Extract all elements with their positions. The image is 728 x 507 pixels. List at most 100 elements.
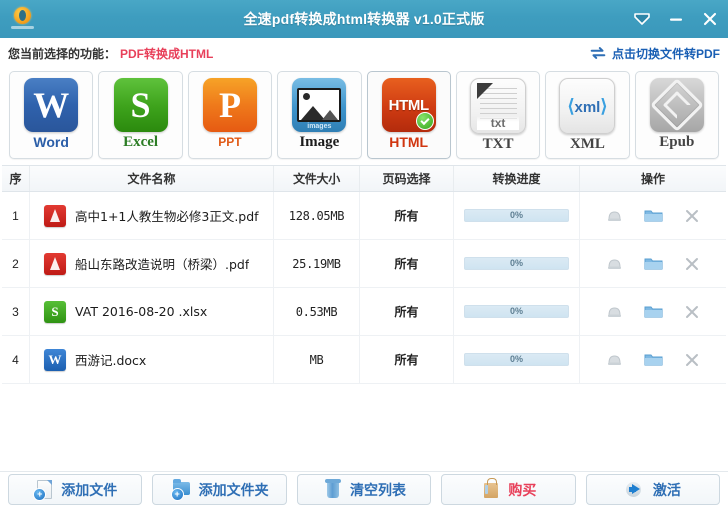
add-folder-icon: + (170, 478, 193, 501)
trash-icon (322, 478, 344, 501)
pdf-file-icon (44, 204, 66, 227)
row-progress-cell: 0% (453, 287, 580, 336)
application-window: 全速pdf转换成html转换器 v1.0正式版 您当前选择的功能： PDF转换成… (0, 0, 728, 507)
format-button-xml[interactable]: ⟨xml⟩ XML (545, 71, 630, 159)
row-filesize: 0.53MB (273, 287, 360, 336)
epub-glyph (649, 78, 704, 132)
ppt-icon: P (202, 78, 257, 132)
row-actions-cell (579, 287, 726, 336)
app-logo-icon (6, 2, 40, 36)
row-filename-cell: 船山东路改造说明（桥梁）.pdf (29, 239, 274, 288)
txt-sublabel: txt (477, 116, 520, 130)
table-row[interactable]: 3 S VAT 2016-08-20 .xlsx 0.53MB 所有 0% (2, 287, 726, 336)
row-filesize: 25.19MB (273, 239, 360, 288)
file-list-table: 序 文件名称 文件大小 页码选择 转换进度 操作 1 高中1+1人教生物必修3正… (2, 166, 726, 384)
progress-bar: 0% (464, 209, 569, 222)
format-label-ppt: PPT (218, 135, 242, 149)
close-button[interactable] (700, 9, 720, 29)
epub-icon (649, 78, 704, 132)
table-body: 1 高中1+1人教生物必修3正文.pdf 128.05MB 所有 0% 2 船山… (2, 191, 726, 384)
table-row[interactable]: 1 高中1+1人教生物必修3正文.pdf 128.05MB 所有 0% (2, 191, 726, 240)
word-icon: W (24, 78, 79, 132)
current-function-label: 您当前选择的功能： (8, 46, 117, 61)
row-index: 4 (2, 335, 30, 384)
row-progress-cell: 0% (453, 191, 580, 240)
column-header-pages: 页码选择 (359, 166, 454, 192)
preview-icon[interactable] (604, 206, 624, 226)
clear-list-label: 清空列表 (350, 483, 407, 499)
remove-icon[interactable] (682, 350, 702, 370)
row-actions-cell (579, 239, 726, 288)
row-pages[interactable]: 所有 (359, 335, 454, 384)
output-format-bar: W Word S Excel P PPT images Image HTML H… (0, 68, 728, 165)
row-filename: VAT 2016-08-20 .xlsx (75, 304, 208, 319)
row-progress-cell: 0% (453, 239, 580, 288)
image-sublabel: images (307, 123, 332, 130)
table-row[interactable]: 2 船山东路改造说明（桥梁）.pdf 25.19MB 所有 0% (2, 239, 726, 288)
format-button-ppt[interactable]: P PPT (187, 71, 273, 159)
switch-mode-link[interactable]: 点击切换文件转PDF (589, 45, 720, 62)
row-pages[interactable]: 所有 (359, 287, 454, 336)
column-header-filename: 文件名称 (29, 166, 274, 192)
format-label-epub: Epub (659, 134, 695, 150)
open-folder-icon[interactable] (643, 302, 663, 322)
clear-list-button[interactable]: 清空列表 (296, 474, 432, 505)
open-folder-icon[interactable] (643, 350, 663, 370)
format-label-xml: XML (569, 136, 605, 152)
progress-bar: 0% (464, 305, 569, 318)
row-filename: 高中1+1人教生物必修3正文.pdf (75, 209, 259, 224)
format-button-epub[interactable]: Epub (634, 71, 719, 159)
row-pages[interactable]: 所有 (359, 191, 454, 240)
row-filename-cell: W 西游记.docx (29, 335, 274, 384)
table-header-row: 序 文件名称 文件大小 页码选择 转换进度 操作 (2, 166, 726, 192)
remove-icon[interactable] (682, 302, 702, 322)
row-pages[interactable]: 所有 (359, 239, 454, 288)
xml-icon: ⟨xml⟩ (559, 78, 616, 134)
row-filename-cell: 高中1+1人教生物必修3正文.pdf (29, 191, 274, 240)
window-controls (632, 0, 720, 38)
open-folder-icon[interactable] (643, 254, 663, 274)
minimize-button[interactable] (666, 9, 686, 29)
format-button-html[interactable]: HTML HTML (366, 71, 451, 159)
buy-button[interactable]: 购买 (441, 474, 576, 505)
activate-button[interactable]: 激活 (585, 474, 721, 505)
row-index: 3 (2, 287, 30, 336)
format-button-word[interactable]: W Word (9, 71, 94, 159)
remove-icon[interactable] (682, 254, 702, 274)
format-button-txt[interactable]: txt TXT (455, 71, 541, 159)
excel-glyph: S (130, 85, 151, 125)
swap-arrows-icon (590, 47, 606, 59)
minimize-to-tray-button[interactable] (632, 9, 652, 29)
add-folder-label: 添加文件夹 (198, 483, 269, 499)
row-filesize: MB (273, 335, 360, 384)
html-glyph: HTML (388, 96, 429, 114)
preview-icon[interactable] (604, 350, 624, 370)
progress-percent: 0% (509, 306, 523, 316)
open-folder-icon[interactable] (643, 206, 663, 226)
word-glyph: W (33, 85, 70, 125)
progress-bar: 0% (464, 353, 569, 366)
format-button-excel[interactable]: S Excel (98, 71, 183, 159)
add-folder-button[interactable]: + 添加文件夹 (152, 474, 287, 505)
ppt-glyph: P (218, 85, 241, 125)
picture-glyph (297, 88, 342, 122)
word-file-icon: W (44, 348, 66, 371)
row-actions-cell (579, 191, 726, 240)
format-label-word: Word (33, 134, 69, 150)
file-list-panel: Sn 数码资源网 www.smzy.com 序 文件名称 文件大小 页码选择 转… (2, 165, 726, 441)
row-filename: 船山东路改造说明（桥梁）.pdf (75, 257, 250, 272)
image-icon: images (292, 78, 347, 132)
column-header-index: 序 (2, 166, 30, 192)
switch-mode-text: 点击切换文件转PDF (611, 46, 720, 61)
progress-percent: 0% (509, 258, 523, 268)
add-file-button[interactable]: + 添加文件 (8, 474, 143, 505)
add-file-label: 添加文件 (61, 483, 118, 499)
preview-icon[interactable] (604, 302, 624, 322)
html-icon: HTML (381, 78, 436, 132)
remove-icon[interactable] (682, 206, 702, 226)
format-label-html: HTML (389, 134, 429, 150)
preview-icon[interactable] (604, 254, 624, 274)
format-button-image[interactable]: images Image (277, 71, 362, 159)
table-row[interactable]: 4 W 西游记.docx MB 所有 0% (2, 335, 726, 384)
add-file-icon: + (33, 479, 55, 501)
